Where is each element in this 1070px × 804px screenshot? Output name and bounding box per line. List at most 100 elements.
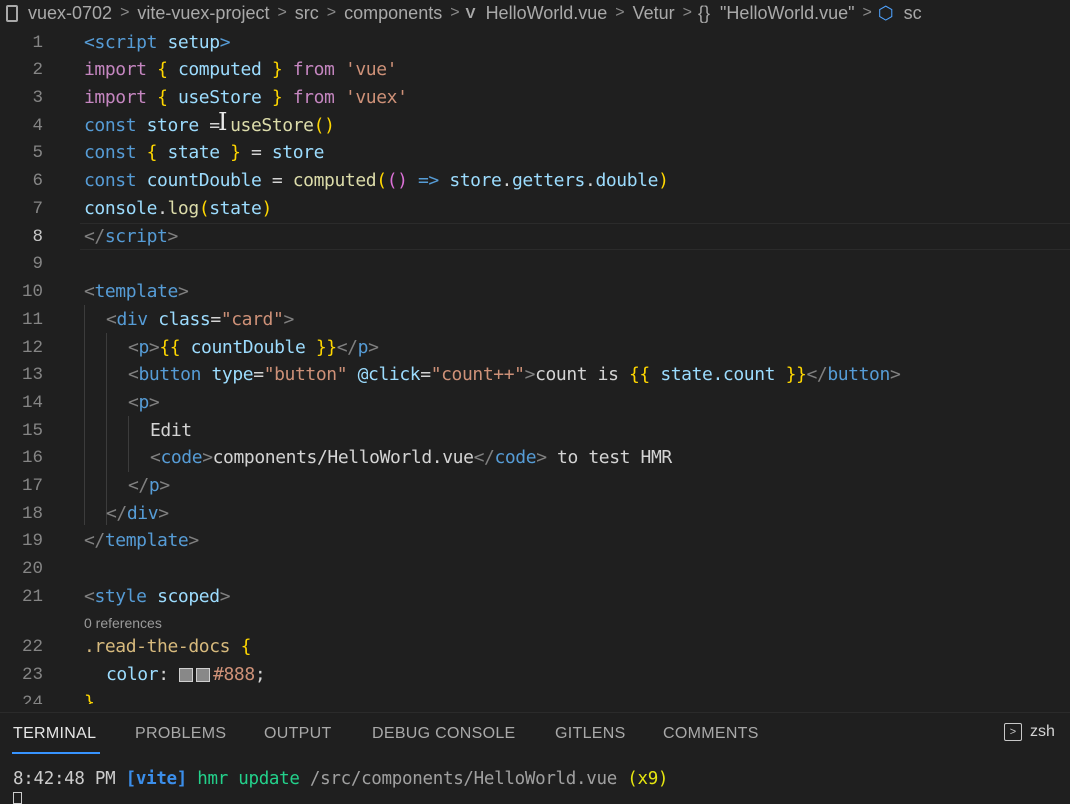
terminal-cursor (13, 792, 22, 804)
terminal-shell-icon: > (1004, 723, 1022, 741)
code-line[interactable]: 8 </script> (0, 223, 1070, 250)
tab-output[interactable]: OUTPUT (264, 725, 332, 743)
code-text: <style scoped> (84, 586, 231, 607)
breadcrumb-separator: > (277, 4, 287, 21)
line-number: 20 (21, 558, 43, 579)
codelens-references[interactable]: 0 references (84, 613, 162, 633)
line-number: 18 (21, 503, 43, 524)
code-text: </script> (84, 226, 178, 247)
code-line[interactable]: 9 (0, 250, 1070, 277)
code-text: <code>components/HelloWorld.vue</code> t… (150, 447, 672, 468)
line-number: 4 (32, 115, 43, 136)
breadcrumb-item-project[interactable]: vite-vuex-project (135, 3, 271, 24)
code-text: color: #888; (106, 664, 266, 685)
code-line[interactable]: 5 const { state } = store (0, 139, 1070, 166)
line-number: 17 (21, 475, 43, 496)
code-text: </template> (84, 530, 199, 551)
code-line[interactable]: 10 <template> (0, 278, 1070, 305)
code-editor[interactable]: 1 <script setup> 2 import { computed } f… (0, 28, 1070, 704)
line-number: 19 (21, 530, 43, 551)
line-number: 5 (32, 142, 43, 163)
panel-tab-bar: TERMINAL PROBLEMS OUTPUT DEBUG CONSOLE G… (0, 712, 1070, 757)
code-line[interactable]: 6 const countDouble = computed(() => sto… (0, 167, 1070, 194)
code-text: const countDouble = computed(() => store… (84, 170, 669, 191)
code-line[interactable]: 24 } (0, 689, 1070, 704)
code-line[interactable]: 14 <p> (0, 389, 1070, 416)
line-number: 11 (21, 309, 43, 330)
line-number: 21 (21, 586, 43, 607)
line-number: 22 (21, 636, 43, 657)
code-line[interactable]: 3 import { useStore } from 'vuex' (0, 84, 1070, 111)
code-text: <button type="button" @click="count++">c… (128, 364, 901, 385)
line-number: 10 (21, 281, 43, 302)
code-line[interactable]: 11 <div class="card"> (0, 306, 1070, 333)
active-tab-indicator (12, 752, 100, 754)
text-cursor-icon: I (218, 108, 228, 136)
tab-debug-console[interactable]: DEBUG CONSOLE (372, 725, 516, 743)
line-number: 23 (21, 664, 43, 685)
code-text: </div> (106, 503, 169, 524)
code-text: <script setup> (84, 32, 231, 53)
code-line[interactable]: 23 color: #888; (0, 661, 1070, 688)
breadcrumb-separator: > (682, 4, 693, 21)
tab-problems[interactable]: PROBLEMS (135, 725, 226, 743)
line-number: 16 (21, 447, 43, 468)
code-text: } (84, 692, 95, 704)
color-swatch[interactable] (179, 668, 194, 682)
breadcrumb-separator: > (450, 4, 460, 21)
vue-icon: V (465, 4, 476, 22)
file-icon (6, 4, 18, 22)
code-line[interactable]: 2 import { computed } from 'vue' (0, 56, 1070, 83)
breadcrumb: vuex-0702 > vite-vuex-project > src > co… (0, 0, 1070, 26)
breadcrumb-item-section[interactable]: sc (902, 3, 924, 24)
code-line[interactable]: 1 <script setup> (0, 29, 1070, 56)
code-line[interactable]: 7 console.log(state) (0, 195, 1070, 222)
color-swatch[interactable] (196, 668, 211, 682)
line-number: 14 (21, 392, 43, 413)
tab-terminal[interactable]: TERMINAL (13, 725, 96, 743)
code-text: <p> (128, 392, 160, 413)
code-text: const { state } = store (84, 142, 325, 163)
terminal-output[interactable]: 8:42:48 PM [vite] hmr update /src/compon… (0, 757, 1070, 804)
line-number: 7 (32, 198, 43, 219)
shell-name: zsh (1030, 723, 1055, 740)
code-line[interactable]: 4 const store = useStore() (0, 112, 1070, 139)
code-line[interactable]: 19 </template> (0, 527, 1070, 554)
code-line[interactable]: 13 <button type="button" @click="count++… (0, 361, 1070, 388)
code-text: <div class="card"> (106, 309, 294, 330)
breadcrumb-item-src[interactable]: src (293, 3, 321, 24)
code-text: <p>{{ countDouble }}</p> (128, 337, 379, 358)
terminal-line: 8:42:48 PM [vite] hmr update /src/compon… (13, 769, 669, 789)
code-text: Edit (150, 420, 192, 441)
tab-gitlens[interactable]: GITLENS (555, 725, 626, 743)
cube-icon: ⬡ (877, 2, 894, 23)
terminal-shell-selector[interactable]: > zsh (1004, 723, 1055, 741)
code-text: console.log(state) (84, 198, 272, 219)
line-number: 15 (21, 420, 43, 441)
code-line[interactable]: 15 Edit (0, 417, 1070, 444)
braces-icon: {} (698, 2, 711, 23)
code-text: const store = useStore() (84, 115, 335, 136)
breadcrumb-separator: > (120, 4, 130, 21)
line-number: 13 (21, 364, 43, 385)
line-number: 24 (21, 692, 43, 705)
code-line[interactable]: 20 (0, 555, 1070, 582)
breadcrumb-separator: > (862, 4, 872, 21)
code-line[interactable]: 22 .read-the-docs { (0, 633, 1070, 660)
breadcrumb-item-components[interactable]: components (342, 3, 444, 24)
code-line[interactable]: 21 <style scoped> (0, 583, 1070, 610)
code-text: import { useStore } from 'vuex' (84, 87, 408, 108)
line-number: 3 (32, 87, 43, 108)
breadcrumb-item-root[interactable]: vuex-0702 (26, 3, 114, 24)
code-line[interactable]: 12 <p>{{ countDouble }}</p> (0, 334, 1070, 361)
code-line[interactable]: 16 <code>components/HelloWorld.vue</code… (0, 444, 1070, 471)
code-line[interactable]: 17 </p> (0, 472, 1070, 499)
code-line[interactable]: 18 </div> (0, 500, 1070, 527)
code-text: <template> (84, 281, 189, 302)
code-text: </p> (128, 475, 170, 496)
breadcrumb-item-symbol[interactable]: "HelloWorld.vue" (718, 3, 857, 24)
breadcrumb-item-file[interactable]: HelloWorld.vue (484, 3, 610, 24)
breadcrumb-item-vetur[interactable]: Vetur (631, 3, 677, 24)
tab-comments[interactable]: COMMENTS (663, 725, 759, 743)
line-number: 1 (32, 32, 43, 53)
